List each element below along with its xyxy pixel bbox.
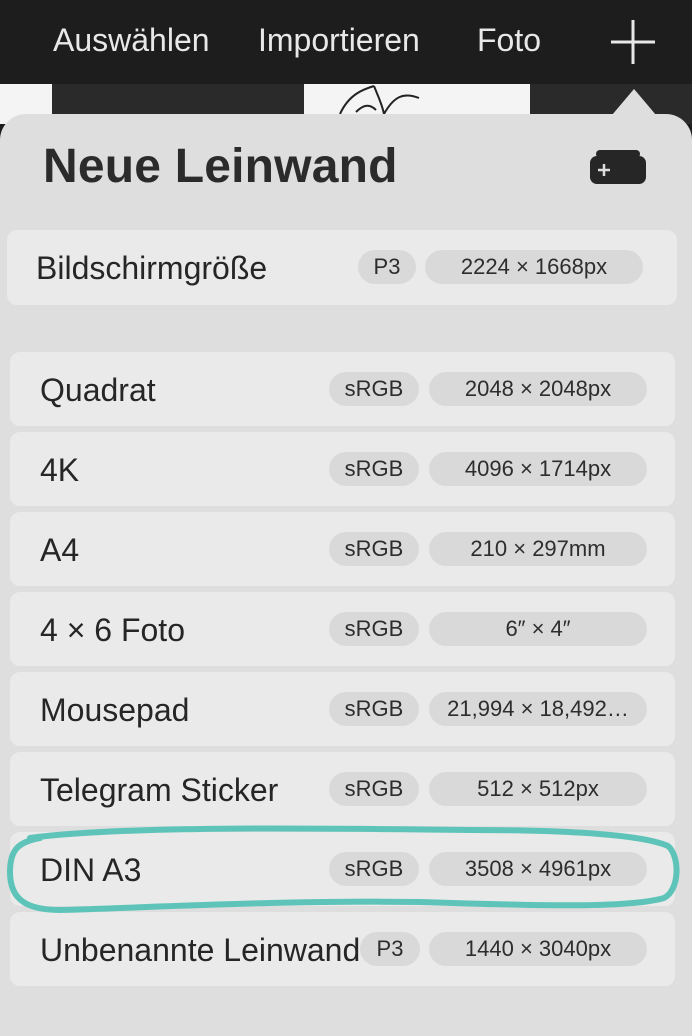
canvas-dimensions: 210 × 297mm [429,532,647,566]
canvas-name: Quadrat [40,372,156,408]
canvas-row[interactable]: DIN A3 sRGB 3508 × 4961px [10,832,675,906]
color-profile-badge: P3 [360,932,420,966]
canvas-row[interactable]: 4 × 6 Foto sRGB 6″ × 4″ [10,592,675,666]
canvas-name: Unbenannte Leinwand [40,932,361,968]
canvas-row[interactable]: Quadrat sRGB 2048 × 2048px [10,352,675,426]
canvas-dimensions: 4096 × 1714px [429,452,647,486]
color-profile-badge: sRGB [329,772,419,806]
color-profile-badge: sRGB [329,372,419,406]
import-button[interactable]: Importieren [258,22,420,59]
canvas-dimensions: 21,994 × 18,492… [429,692,647,726]
canvas-row[interactable]: Unbenannte Leinwand P3 1440 × 3040px [10,912,675,986]
photo-button[interactable]: Foto [477,22,541,59]
color-profile-badge: P3 [358,250,416,284]
popover-arrow [612,89,656,115]
canvas-row[interactable]: Telegram Sticker sRGB 512 × 512px [10,752,675,826]
canvas-dimensions: 2224 × 1668px [425,250,643,284]
canvas-row[interactable]: Mousepad sRGB 21,994 × 18,492… [10,672,675,746]
canvas-name: 4K [40,452,80,488]
canvas-name: 4 × 6 Foto [40,612,185,648]
canvas-dimensions: 6″ × 4″ [429,612,647,646]
color-profile-badge: sRGB [329,452,419,486]
gallery-toolbar: Auswählen Importieren Foto [0,0,692,84]
color-profile-badge: sRGB [329,612,419,646]
canvas-row-screen-size[interactable]: Bildschirmgröße P3 2224 × 1668px [7,230,677,305]
canvas-name: Bildschirmgröße [36,250,268,286]
plus-icon[interactable] [606,15,660,69]
canvas-dimensions: 1440 × 3040px [429,932,647,966]
canvas-dimensions: 2048 × 2048px [429,372,647,406]
canvas-name: Telegram Sticker [40,772,279,808]
popover-title: Neue Leinwand [43,140,398,193]
canvas-dimensions: 3508 × 4961px [429,852,647,886]
canvas-name: Mousepad [40,692,190,728]
canvas-dimensions: 512 × 512px [429,772,647,806]
canvas-name: A4 [40,532,80,568]
color-profile-badge: sRGB [329,852,419,886]
canvas-name: DIN A3 [40,852,142,888]
select-button[interactable]: Auswählen [53,22,210,59]
canvas-row[interactable]: A4 sRGB 210 × 297mm [10,512,675,586]
color-profile-badge: sRGB [329,532,419,566]
custom-canvas-icon[interactable] [590,150,646,184]
color-profile-badge: sRGB [329,692,419,726]
canvas-row[interactable]: 4K sRGB 4096 × 1714px [10,432,675,506]
